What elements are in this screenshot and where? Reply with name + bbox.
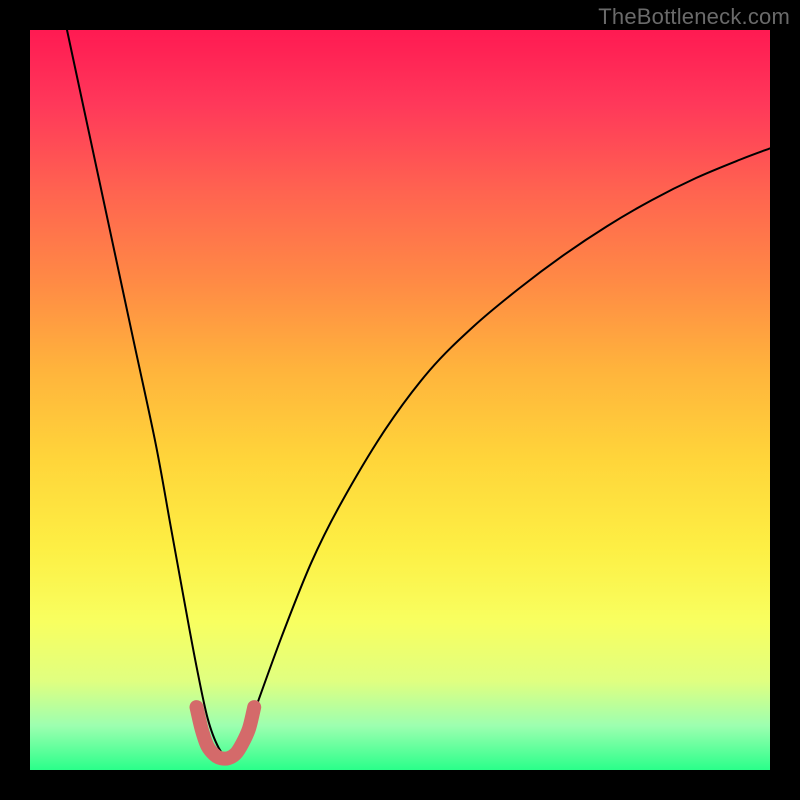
chart-frame: TheBottleneck.com [0,0,800,800]
optimal-trough [197,707,255,759]
watermark-text: TheBottleneck.com [598,4,790,30]
curve-layer [30,30,770,770]
bottleneck-curve [67,30,770,759]
plot-area [30,30,770,770]
